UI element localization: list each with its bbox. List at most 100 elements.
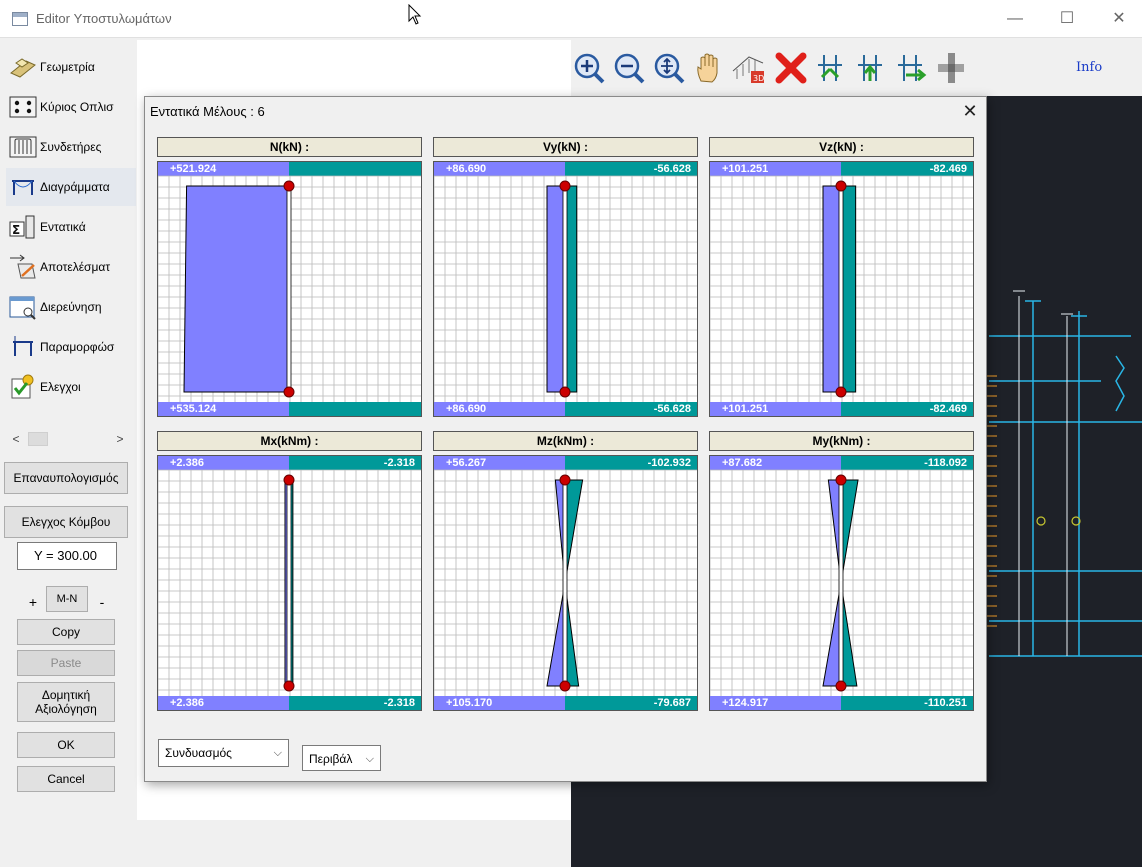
paste-button[interactable]: Paste	[17, 650, 115, 676]
sidebar-item-internal-forces[interactable]: Σ Εντατικά	[6, 208, 136, 246]
main-reinforcement-icon	[6, 93, 40, 121]
svg-text:Σ: Σ	[12, 223, 20, 237]
ok-button[interactable]: OK	[17, 732, 115, 758]
joint-icon[interactable]	[932, 48, 970, 88]
member-axis	[286, 479, 292, 687]
move-icon[interactable]	[812, 48, 850, 88]
member-axis	[838, 479, 844, 687]
dialog-close-button[interactable]: ✕	[957, 99, 983, 123]
y-position-field[interactable]: Y = 300.00	[17, 542, 117, 570]
envelope-select[interactable]: Περιβάλ ⌵	[302, 745, 381, 771]
up-arrow-icon[interactable]	[852, 48, 890, 88]
diagram-panel-mz: Mz(kNm) : +56.267 -102.932 +105.170 -79.687	[433, 431, 698, 711]
sidebar-item-stirrups[interactable]: Συνδετήρες	[6, 128, 136, 166]
sidebar-item-main-reinforcement[interactable]: Κύριος Οπλισ	[6, 88, 136, 126]
top-node-icon	[559, 474, 571, 486]
positive-diagram-area	[546, 479, 566, 687]
sidebar-item-label: Παραμορφώσ	[40, 340, 115, 354]
scroll-left-arrow[interactable]: <	[8, 431, 24, 447]
combination-select-value: Συνδυασμός	[165, 746, 232, 760]
diagram-panel-vz: Vz(kN) : +101.251 -82.469 +101.251 -82.469	[709, 137, 974, 417]
bottom-right-value: -2.318	[383, 697, 415, 709]
bottom-left-value: +105.170	[446, 697, 493, 709]
geometry-icon	[6, 53, 40, 81]
right-arrow-icon[interactable]	[892, 48, 930, 88]
diagram-header: My(kNm) :	[709, 431, 974, 451]
svg-text:3D: 3D	[753, 74, 764, 83]
sidebar-item-deformations[interactable]: Παραμορφώσ	[6, 328, 136, 366]
diagram-panel-mx: Mx(kNm) : +2.386 -2.318 +2.386 -2.318	[157, 431, 422, 711]
structural-evaluation-button[interactable]: Δομητική Αξιολόγηση	[17, 682, 115, 722]
top-node-icon	[835, 474, 847, 486]
chevron-down-icon: ⌵	[365, 753, 374, 765]
copy-button[interactable]: Copy	[17, 619, 115, 645]
sidebar-item-label: Διερεύνηση	[40, 300, 102, 314]
dialog-title: Εντατικά Μέλους : 6	[150, 104, 265, 119]
zoom-in-icon[interactable]	[570, 48, 608, 88]
zoom-out-icon[interactable]	[610, 48, 648, 88]
combination-select[interactable]: Συνδυασμός ⌵	[158, 739, 289, 767]
top-node-icon	[283, 474, 295, 486]
diagram-header: Vy(kN) :	[433, 137, 698, 157]
sidebar-item-checks[interactable]: Ελεγχοι	[6, 368, 136, 406]
bottom-node-icon	[559, 680, 571, 692]
top-left-value: +56.267	[446, 457, 487, 469]
sidebar-item-geometry[interactable]: Γεωμετρία	[6, 48, 136, 86]
diagram-svg	[158, 162, 421, 416]
internal-forces-dialog: Εντατικά Μέλους : 6 ✕ N(kN) : +521.924 +53…	[144, 96, 987, 782]
internal-forces-icon: Σ	[6, 213, 40, 241]
close-button[interactable]: ✕	[1096, 8, 1142, 32]
member-axis	[562, 479, 568, 687]
sidebar-item-label: Εντατικά	[40, 220, 86, 234]
sidebar-item-label: Αποτελέσματ	[40, 260, 111, 274]
top-left-value: +101.251	[722, 163, 769, 175]
sidebar-scrollbar[interactable]: < >	[8, 430, 132, 448]
positive-diagram-area	[183, 185, 290, 393]
cancel-button[interactable]: Cancel	[17, 766, 115, 792]
member-axis	[562, 185, 568, 393]
sidebar-item-diagrams[interactable]: Διαγράμματα	[6, 168, 136, 206]
zoom-fit-icon[interactable]	[650, 48, 688, 88]
diagram-panel-my: My(kNm) : +87.682 -118.092 +124.917 -110.251	[709, 431, 974, 711]
scrollbar-thumb[interactable]	[28, 432, 48, 446]
plus-button[interactable]: +	[23, 588, 43, 616]
diagram-plot: +56.267 -102.932 +105.170 -79.687	[433, 455, 698, 711]
sidebar-item-results[interactable]: Αποτελέσματ	[6, 248, 136, 286]
bottom-left-value: +86.690	[446, 403, 487, 415]
delete-icon[interactable]	[772, 48, 810, 88]
info-link[interactable]: Info	[1076, 60, 1102, 75]
diagrams-icon	[6, 173, 40, 201]
top-node-icon	[283, 180, 295, 192]
top-right-value: -2.318	[383, 457, 415, 469]
minimize-button[interactable]: —	[992, 8, 1038, 32]
member-axis	[838, 185, 844, 393]
mn-button[interactable]: M-N	[46, 586, 88, 612]
results-icon	[6, 253, 40, 281]
top-right-value: -102.932	[647, 457, 691, 469]
maximize-button[interactable]: ☐	[1044, 8, 1090, 32]
pan-hand-icon[interactable]	[690, 48, 728, 88]
minus-button[interactable]: -	[92, 588, 112, 616]
diagram-header: Mz(kNm) :	[433, 431, 698, 451]
node-check-button[interactable]: Ελεγχος Κόμβου	[4, 506, 128, 538]
bottom-left-value: +124.917	[722, 697, 769, 709]
value-band	[289, 402, 421, 416]
top-right-value: -118.092	[924, 457, 967, 469]
diagram-svg	[434, 162, 697, 416]
3d-view-icon[interactable]: 3D	[730, 48, 768, 88]
scroll-right-arrow[interactable]: >	[112, 431, 128, 447]
stirrups-icon	[6, 133, 40, 161]
sidebar-item-investigation[interactable]: Διερεύνηση	[6, 288, 136, 326]
diagram-svg	[434, 456, 697, 710]
recalculate-button[interactable]: Επαναυπολογισμός	[4, 462, 128, 494]
deformations-icon	[6, 333, 40, 361]
app-icon	[12, 12, 28, 26]
top-node-icon	[835, 180, 847, 192]
investigation-icon	[6, 293, 40, 321]
bottom-right-value: -110.251	[924, 697, 967, 709]
sidebar-item-label: Κύριος Οπλισ	[40, 100, 114, 114]
positive-diagram-area	[546, 185, 566, 393]
diagram-panel-vy: Vy(kN) : +86.690 -56.628 +86.690 -56.628	[433, 137, 698, 417]
envelope-select-value: Περιβάλ	[309, 752, 353, 766]
bottom-left-value: +2.386	[170, 697, 204, 709]
